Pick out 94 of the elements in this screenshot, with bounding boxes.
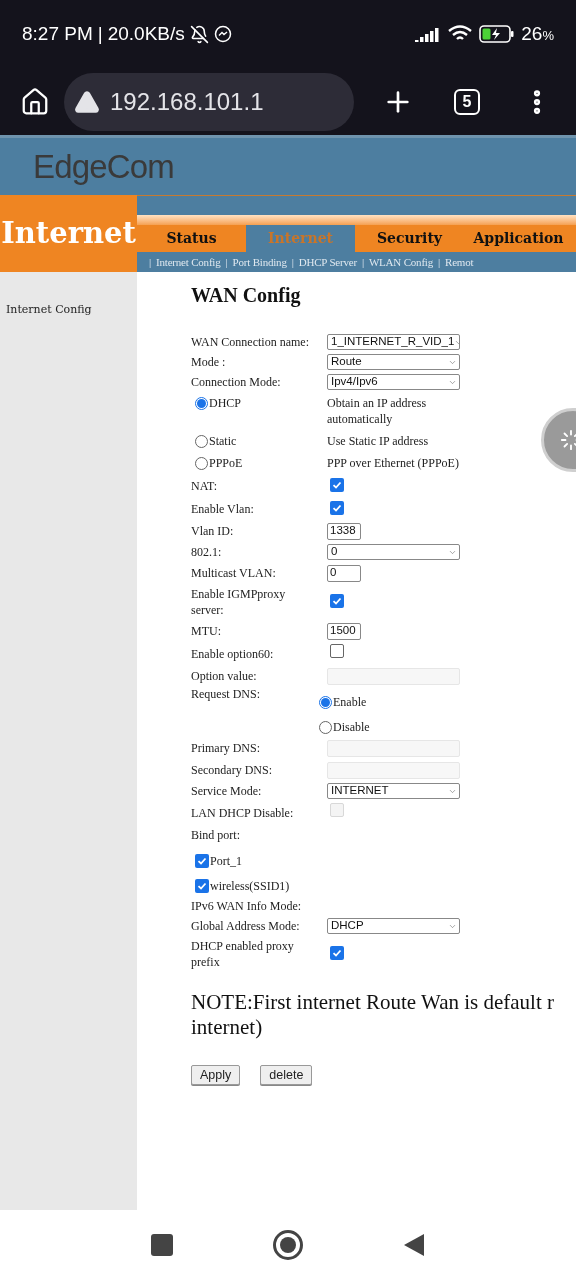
dropdown[interactable]: 1_INTERNET_R_VID_1 [327,334,460,350]
radio-label: PPPoE [209,457,243,470]
checkbox[interactable] [330,594,344,608]
checkbox[interactable] [330,477,344,492]
form-button[interactable]: Apply [191,1065,241,1085]
separator: | [361,254,364,270]
separator: | [225,254,228,270]
submenu-link[interactable]: DHCP Server [298,253,357,271]
field-label: NAT: [191,477,219,494]
checkbox-label: wireless(SSID1) [210,880,290,893]
field-label: MTU: [191,623,222,639]
field-label: Service Mode: [191,783,263,799]
recents-button[interactable] [151,1234,173,1256]
check-icon [332,502,342,513]
check-icon [332,596,342,606]
back-icon[interactable] [403,1233,425,1257]
nav-tab[interactable]: Security [355,225,464,252]
dropdown[interactable]: Ipv4/Ipv6 [327,374,460,390]
field-label: Enable Vlan: [191,500,255,517]
nav-tab[interactable]: Status [137,225,246,252]
option-description: Use Static IP address [327,433,430,449]
field-label: Global Address Mode: [191,918,301,934]
field-label: Vlan ID: [191,523,235,539]
field-label: 802.1: [191,544,223,560]
field-label: DHCP enabled proxy prefix [191,938,295,970]
check-icon [197,881,207,891]
radio-button[interactable] [195,457,208,470]
page-title: WAN Config [191,283,302,309]
home-button[interactable] [273,1230,303,1260]
radio-label: DHCP [209,397,241,410]
dropdown[interactable]: Route [327,354,460,370]
radio-label: Enable [333,696,367,709]
check-icon [332,479,342,490]
radio-label: Disable [333,721,370,734]
field-label: Multicast VLAN: [191,565,277,581]
separator: | [438,254,441,270]
section-label: IPv6 WAN Info Mode: [191,897,302,915]
option-description: PPP over Ethernet (PPPoE) [327,455,460,471]
tab-count-button[interactable]: 5 [454,88,480,115]
signal-icon [415,26,442,42]
submenu-link[interactable]: Port Binding [232,253,287,271]
separator: | [97,21,103,46]
chat-bubble-icon [213,25,232,43]
field-label: Enable option60: [191,645,275,662]
field-label: Option value: [191,668,258,684]
field-label: Connection Mode: [191,374,282,390]
battery-charging-icon [479,25,516,43]
separator: | [291,254,294,270]
text-field[interactable]: 0 [327,564,361,582]
dropdown[interactable]: DHCP [327,918,460,934]
submenu-link[interactable]: Internet Config [156,253,221,271]
sidebar-link[interactable]: Internet Config [6,302,137,319]
checkbox[interactable] [195,879,209,893]
battery-level: 26% [521,21,554,46]
address-bar[interactable]: 192.168.101.1 [64,72,354,131]
submenu-link[interactable]: WLAN Config [368,253,434,271]
home-icon[interactable] [20,86,50,117]
checkbox-label: Port_1 [210,855,242,868]
dropdown[interactable]: INTERNET [327,783,460,799]
logo: EdgeCom [33,146,174,187]
clock: 8:27 PM [22,21,93,46]
field-label: Mode : [191,354,227,370]
field-label: Secondary DNS: [191,762,273,778]
field-label: Request DNS: [191,687,261,702]
checkbox[interactable] [330,946,344,960]
nav-tab[interactable]: Application [464,225,573,252]
radio-button[interactable] [319,696,332,709]
network-speed: 20.0KB/s [107,21,185,46]
form-button[interactable]: delete [260,1065,313,1085]
text-field[interactable]: 1338 [327,522,361,540]
section-label: Bind port: [191,826,240,844]
dropdown[interactable]: 0 [327,544,460,560]
note-text: internet) [191,1015,263,1040]
radio-button[interactable] [195,435,208,448]
check-icon [197,856,207,866]
checkbox[interactable] [195,854,209,868]
field-label: Primary DNS: [191,740,261,756]
separator: | [149,254,151,270]
radio-button[interactable] [195,397,208,410]
radio-button[interactable] [319,721,332,734]
field-label: LAN DHCP Disable: [191,804,295,821]
checkbox[interactable] [330,500,344,515]
checkbox[interactable] [330,644,344,658]
check-icon [332,948,342,958]
option-description: Obtain an IP address automatically [327,395,428,427]
text-field[interactable]: 1500 [327,622,361,640]
loading-icon [560,429,576,451]
section-title: Internet [1,214,136,252]
field-label: WAN Connection name: [191,334,310,350]
submenu-link[interactable]: Remot [445,253,474,271]
radio-label: Static [209,435,237,448]
note-text: NOTE:First internet Route Wan is default r [191,990,555,1015]
field-label: Enable IGMPproxy server: [191,586,287,618]
bell-off-icon [189,24,209,44]
